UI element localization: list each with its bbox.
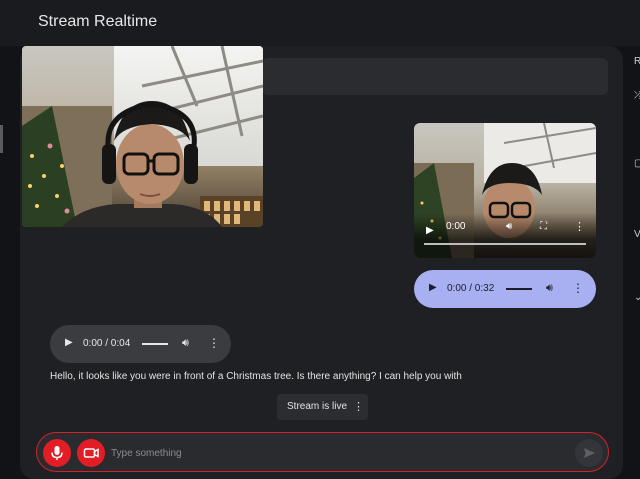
left-scroll-indicator (0, 125, 3, 153)
send-button[interactable] (575, 439, 603, 467)
video-progress-track[interactable] (424, 243, 586, 245)
user-audio-message: ▶ 0:00 / 0:32 🔊︎ ⋮ (414, 270, 596, 308)
rail-item-v[interactable]: V (634, 229, 640, 240)
right-rail: R ⤮ ▢ V ⌄ (624, 46, 640, 479)
audio-progress-track[interactable] (506, 288, 532, 290)
rail-item-r[interactable]: R (634, 56, 640, 67)
microphone-button[interactable] (43, 439, 71, 467)
app-title: Stream Realtime (38, 13, 158, 30)
camera-button[interactable] (77, 439, 105, 467)
message-placeholder-bar (262, 58, 608, 95)
message-input-bar (36, 432, 609, 472)
top-bar: Stream Realtime (0, 0, 640, 46)
rail-item-share-icon[interactable]: ⤮ (634, 90, 640, 101)
audio-play-icon[interactable]: ▶ (65, 337, 73, 348)
ai-message-text: Hello, it looks like you were in front o… (50, 371, 462, 382)
audio-volume-icon[interactable]: 🔊︎ (182, 337, 189, 350)
message-input[interactable] (111, 445, 531, 461)
videocam-icon (83, 448, 99, 458)
video-fullscreen-icon[interactable]: ⛶ (540, 221, 547, 232)
stream-more-vert-icon[interactable]: ⋮ (353, 400, 364, 413)
stream-status-label: Stream is live (287, 401, 348, 412)
audio-time: 0:00 / 0:04 (83, 338, 131, 349)
audio-progress-track[interactable] (142, 343, 168, 345)
video-controls-overlay (414, 213, 596, 258)
audio-time: 0:00 / 0:32 (447, 283, 495, 294)
audio-more-vert-icon[interactable]: ⋮ (208, 336, 220, 350)
video-time: 0:00 (446, 221, 466, 232)
video-play-icon[interactable]: ▶ (426, 225, 434, 236)
send-icon (584, 448, 595, 458)
rail-item-chat-icon[interactable]: ▢ (634, 158, 640, 169)
video-more-vert-icon[interactable]: ⋮ (574, 220, 585, 233)
rail-item-chevron-icon[interactable]: ⌄ (634, 292, 640, 303)
audio-more-vert-icon[interactable]: ⋮ (572, 281, 584, 295)
audio-volume-icon[interactable]: 🔊︎ (546, 282, 553, 295)
video-volume-icon[interactable]: 🔊︎ (506, 221, 512, 232)
stream-status-chip[interactable]: Stream is live ⋮ (277, 394, 368, 420)
audio-play-icon[interactable]: ▶ (429, 282, 437, 293)
ai-audio-message: ▶ 0:00 / 0:04 🔊︎ ⋮ (50, 325, 231, 363)
microphone-icon (51, 446, 63, 460)
webcam-scene (22, 46, 263, 227)
webcam-preview (22, 46, 263, 227)
sent-video-message[interactable]: ▶ 0:00 🔊︎ ⛶ ⋮ (414, 123, 596, 258)
